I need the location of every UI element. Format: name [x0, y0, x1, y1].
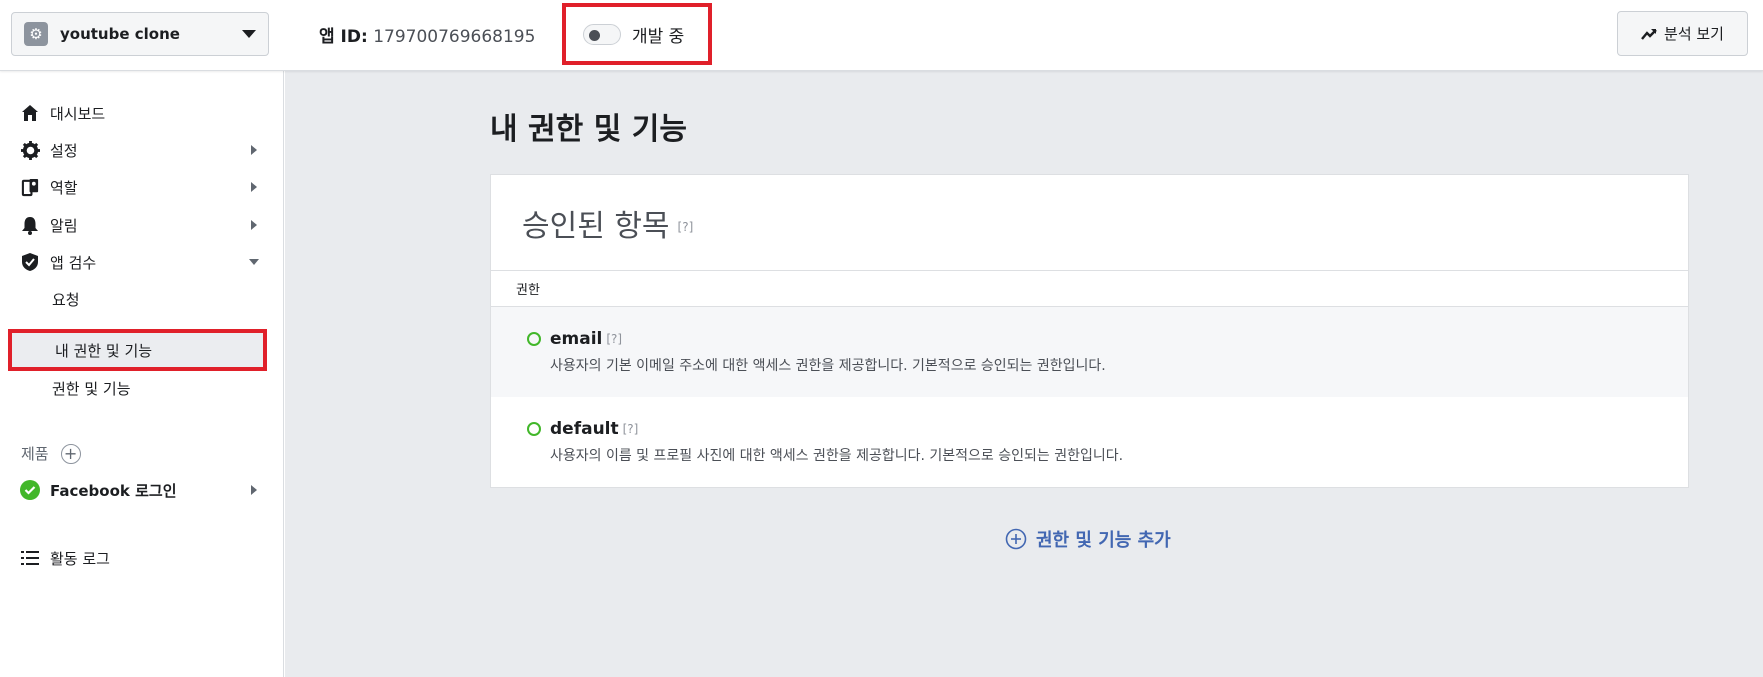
app-id-value: 179700769668195 — [373, 27, 536, 47]
status-circle-icon — [527, 332, 541, 346]
approved-items-card: 승인된 항목 [?] 권한 email [?] 사용자의 기본 이메일 주소에 … — [490, 174, 1689, 488]
help-link[interactable]: [?] — [623, 422, 639, 436]
help-link[interactable]: [?] — [606, 332, 622, 346]
dev-mode-label: 개발 중 — [632, 26, 685, 47]
plus-circle-icon — [1005, 528, 1027, 550]
permission-description: 사용자의 이름 및 프로필 사진에 대한 액세스 권한을 제공합니다. 기본적으… — [550, 448, 1124, 464]
sidebar-item-dashboard[interactable]: 대시보드 — [0, 96, 284, 130]
sidebar-subitem-requests[interactable]: 요청 — [0, 282, 284, 316]
home-icon — [20, 103, 40, 123]
products-section: 제품 + — [21, 443, 81, 464]
app-id: 앱 ID: 179700769668195 — [319, 22, 535, 47]
add-permissions-label: 권한 및 기능 추가 — [1036, 530, 1171, 551]
sidebar-subitem-label: 권한 및 기능 — [52, 379, 131, 398]
shield-check-icon — [20, 252, 40, 272]
card-title: 승인된 항목 — [522, 208, 670, 244]
page-title: 내 권한 및 기능 — [490, 112, 687, 147]
sidebar-item-label: 설정 — [50, 141, 78, 160]
sidebar-subitem-label: 요청 — [52, 290, 80, 309]
main-content: 내 권한 및 기능 승인된 항목 [?] 권한 email [?] 사용자의 기… — [285, 71, 1763, 677]
trending-up-icon — [1641, 28, 1657, 40]
sidebar-item-roles[interactable]: 역할 — [0, 170, 284, 204]
products-label: 제품 — [21, 445, 49, 463]
chevron-right-icon — [251, 182, 257, 192]
sidebar: 대시보드 설정 역할 알림 앱 검수 요청 내 권한 및 기능 권한 및 기능 … — [0, 71, 284, 677]
sidebar-item-label: 대시보드 — [50, 104, 106, 123]
sidebar-item-facebook-login[interactable]: Facebook 로그인 — [0, 473, 284, 507]
column-header-permission: 권한 — [491, 271, 1688, 307]
permission-name: email — [550, 329, 603, 349]
permission-row: email [?] 사용자의 기본 이메일 주소에 대한 액세스 권한을 제공합… — [491, 307, 1688, 397]
sidebar-item-settings[interactable]: 설정 — [0, 133, 284, 167]
help-link[interactable]: [?] — [678, 220, 694, 234]
chevron-down-icon — [249, 259, 259, 265]
chevron-right-icon — [251, 220, 257, 230]
sidebar-item-label: 역할 — [50, 178, 78, 197]
roles-icon — [20, 177, 40, 197]
app-name: youtube clone — [60, 25, 180, 43]
chevron-right-icon — [251, 485, 257, 495]
gear-icon — [20, 140, 40, 160]
view-analytics-button[interactable]: 분석 보기 — [1617, 11, 1748, 56]
chevron-down-icon — [242, 30, 256, 38]
app-id-label: 앱 ID: — [319, 27, 368, 47]
chevron-right-icon — [251, 145, 257, 155]
sidebar-item-label: 활동 로그 — [50, 549, 110, 568]
list-icon — [20, 548, 40, 568]
permission-name: default — [550, 419, 619, 439]
dev-mode-highlight: 개발 중 — [562, 3, 712, 65]
sidebar-subitem-permissions-features[interactable]: 권한 및 기능 — [0, 371, 284, 405]
sidebar-item-label: 알림 — [50, 216, 78, 235]
check-circle-icon — [20, 480, 40, 500]
status-circle-icon — [527, 422, 541, 436]
app-selector-dropdown[interactable]: ⚙ youtube clone — [11, 12, 269, 56]
sidebar-item-app-review[interactable]: 앱 검수 — [0, 245, 284, 279]
sidebar-item-alerts[interactable]: 알림 — [0, 208, 284, 242]
sidebar-item-label: 앱 검수 — [50, 253, 97, 272]
permission-row: default [?] 사용자의 이름 및 프로필 사진에 대한 액세스 권한을… — [491, 397, 1688, 487]
top-bar: ⚙ youtube clone 앱 ID: 179700769668195 개발… — [0, 0, 1763, 71]
sidebar-subitem-label: 내 권한 및 기능 — [55, 341, 153, 360]
sidebar-item-activity-log[interactable]: 활동 로그 — [0, 541, 284, 575]
app-gear-icon: ⚙ — [24, 22, 48, 46]
bell-icon — [20, 215, 40, 235]
add-permissions-link[interactable]: 권한 및 기능 추가 — [1005, 526, 1171, 552]
card-header: 승인된 항목 [?] — [491, 175, 1688, 271]
dev-mode-toggle[interactable] — [583, 23, 621, 45]
view-analytics-label: 분석 보기 — [1664, 25, 1724, 43]
add-product-icon[interactable]: + — [60, 443, 81, 464]
permission-description: 사용자의 기본 이메일 주소에 대한 액세스 권한을 제공합니다. 기본적으로 … — [550, 358, 1106, 374]
sidebar-item-label: Facebook 로그인 — [50, 481, 177, 500]
sidebar-subitem-my-permissions[interactable]: 내 권한 및 기능 — [8, 329, 267, 371]
